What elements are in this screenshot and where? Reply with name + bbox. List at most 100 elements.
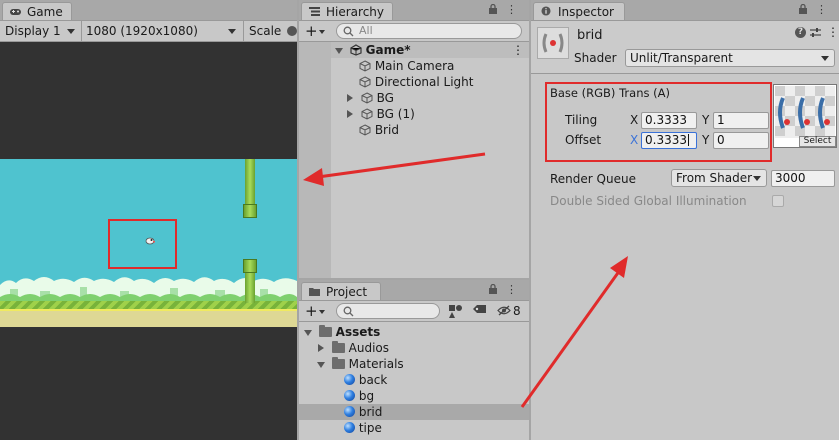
project-tabbar: Project ⋮	[299, 280, 529, 301]
resolution-dropdown-label: 1080 (1920x1080)	[86, 24, 198, 38]
material-sphere-icon	[344, 406, 355, 417]
panel-menu-buttons[interactable]: ⋮	[798, 3, 834, 16]
expand-arrow-icon[interactable]	[335, 48, 343, 54]
expand-arrow-icon[interactable]	[318, 344, 324, 352]
render-queue-field[interactable]: 3000	[771, 170, 835, 187]
shader-dropdown[interactable]: Unlit/Transparent	[625, 49, 835, 67]
hierarchy-search-input[interactable]: All	[336, 23, 522, 39]
filter-by-type-icon[interactable]	[449, 305, 463, 318]
display-dropdown-label: Display 1	[5, 24, 61, 38]
preset-sliders-icon[interactable]	[810, 27, 821, 38]
tab-project[interactable]: Project	[301, 282, 381, 300]
unity-scene-icon	[350, 44, 362, 56]
material-label: bg	[358, 389, 375, 403]
add-object-button[interactable]: +	[305, 21, 329, 41]
gamepad-icon	[10, 9, 21, 15]
material-sphere-icon	[344, 422, 355, 433]
hierarchy-item-main-camera[interactable]: Main Camera	[359, 58, 454, 74]
chevron-down-icon	[821, 56, 829, 61]
lock-icon[interactable]	[798, 3, 807, 14]
kebab-menu-icon[interactable]: ⋮	[506, 3, 523, 16]
folder-icon	[318, 325, 332, 337]
kebab-menu-icon[interactable]: ⋮	[512, 42, 524, 58]
toolbar-separator	[243, 21, 244, 41]
chevron-down-icon	[753, 176, 761, 181]
gameobject-cube-icon	[359, 124, 371, 136]
material-label: tipe	[358, 421, 382, 435]
pipe-bottom	[245, 273, 255, 303]
material-label: back	[358, 373, 388, 387]
hierarchy-item-brid[interactable]: Brid	[359, 122, 399, 138]
panel-menu-buttons[interactable]: ⋮	[488, 283, 524, 296]
expand-arrow-icon[interactable]	[317, 362, 325, 368]
annotation-box-bird	[108, 219, 177, 269]
hierarchy-tabbar: Hierarchy ⋮	[299, 0, 529, 21]
search-icon	[343, 26, 354, 37]
project-material-bg[interactable]: bg	[344, 388, 374, 404]
material-sphere-icon	[344, 374, 355, 385]
filter-by-label-icon[interactable]	[473, 305, 486, 317]
tab-inspector[interactable]: Inspector	[533, 2, 625, 20]
expand-arrow-icon[interactable]	[304, 330, 312, 336]
hidden-packages-toggle[interactable]: 8	[497, 303, 525, 319]
pipe-top-cap	[243, 204, 257, 218]
hierarchy-item-bg-1[interactable]: BG (1)	[347, 106, 415, 122]
material-sphere-icon	[344, 390, 355, 401]
expand-arrow-icon[interactable]	[347, 94, 353, 102]
pipe-bottom-cap	[243, 259, 257, 273]
chevron-down-icon	[319, 310, 325, 314]
project-folder-materials[interactable]: Materials	[317, 356, 404, 372]
folder-label: Audios	[348, 341, 390, 355]
lock-icon[interactable]	[488, 283, 497, 294]
project-material-brid[interactable]: brid	[344, 404, 382, 420]
scale-slider[interactable]: Scale	[249, 21, 297, 41]
tab-inspector-label: Inspector	[558, 5, 614, 19]
render-queue-value: 3000	[775, 171, 806, 185]
double-sided-gi-checkbox[interactable]	[772, 195, 784, 207]
material-label: brid	[358, 405, 383, 419]
hierarchy-item-label: Main Camera	[374, 59, 455, 73]
shader-dropdown-value: Unlit/Transparent	[630, 51, 733, 65]
display-dropdown[interactable]: Display 1	[5, 21, 79, 41]
selected-row-highlight	[299, 404, 529, 420]
project-folder-assets[interactable]: Assets	[304, 324, 380, 340]
kebab-menu-icon[interactable]: ⋮	[816, 3, 833, 16]
kebab-menu-icon[interactable]: ⋮	[506, 283, 523, 296]
hierarchy-item-bg[interactable]: BG	[347, 90, 394, 106]
tab-game[interactable]: Game	[2, 2, 72, 20]
create-asset-button[interactable]: +	[305, 301, 329, 321]
project-folder-audios[interactable]: Audios	[318, 340, 389, 356]
inspector-tabbar: Inspector ⋮	[531, 0, 839, 21]
material-header: brid Shader Unlit/Transparent ? ⋮	[531, 21, 839, 74]
tab-hierarchy-label: Hierarchy	[326, 5, 385, 19]
render-queue-dropdown[interactable]: From Shader	[671, 169, 767, 187]
game-viewport[interactable]	[0, 42, 297, 440]
render-queue-label: Render Queue	[550, 172, 636, 186]
material-name: brid	[577, 28, 603, 43]
folder-icon	[309, 288, 320, 296]
chevron-down-icon	[319, 30, 325, 34]
render-queue-mode: From Shader	[676, 171, 753, 185]
gameobject-cube-icon	[359, 60, 371, 72]
hierarchy-root[interactable]: Game*	[335, 42, 411, 58]
texture-select-button[interactable]: Select	[799, 136, 836, 147]
scale-knob-icon	[287, 26, 297, 36]
search-icon	[343, 306, 354, 317]
help-icon[interactable]: ?	[795, 27, 806, 38]
folder-label: Materials	[348, 357, 404, 371]
texture-slot[interactable]: Select	[773, 84, 837, 148]
tab-hierarchy[interactable]: Hierarchy	[301, 2, 393, 20]
chevron-down-icon	[228, 29, 236, 34]
tab-project-label: Project	[326, 285, 368, 299]
project-search-input[interactable]	[336, 303, 440, 319]
expand-arrow-icon[interactable]	[347, 110, 353, 118]
lock-icon[interactable]	[488, 3, 497, 14]
tab-game-label: Game	[27, 5, 63, 19]
scene-name: Game*	[365, 43, 411, 57]
kebab-menu-icon[interactable]: ⋮	[827, 25, 839, 39]
hierarchy-item-directional-light[interactable]: Directional Light	[359, 74, 474, 90]
project-material-back[interactable]: back	[344, 372, 387, 388]
panel-menu-buttons[interactable]: ⋮	[488, 3, 524, 16]
project-material-tipe[interactable]: tipe	[344, 420, 382, 436]
resolution-dropdown[interactable]: 1080 (1920x1080)	[86, 21, 240, 41]
